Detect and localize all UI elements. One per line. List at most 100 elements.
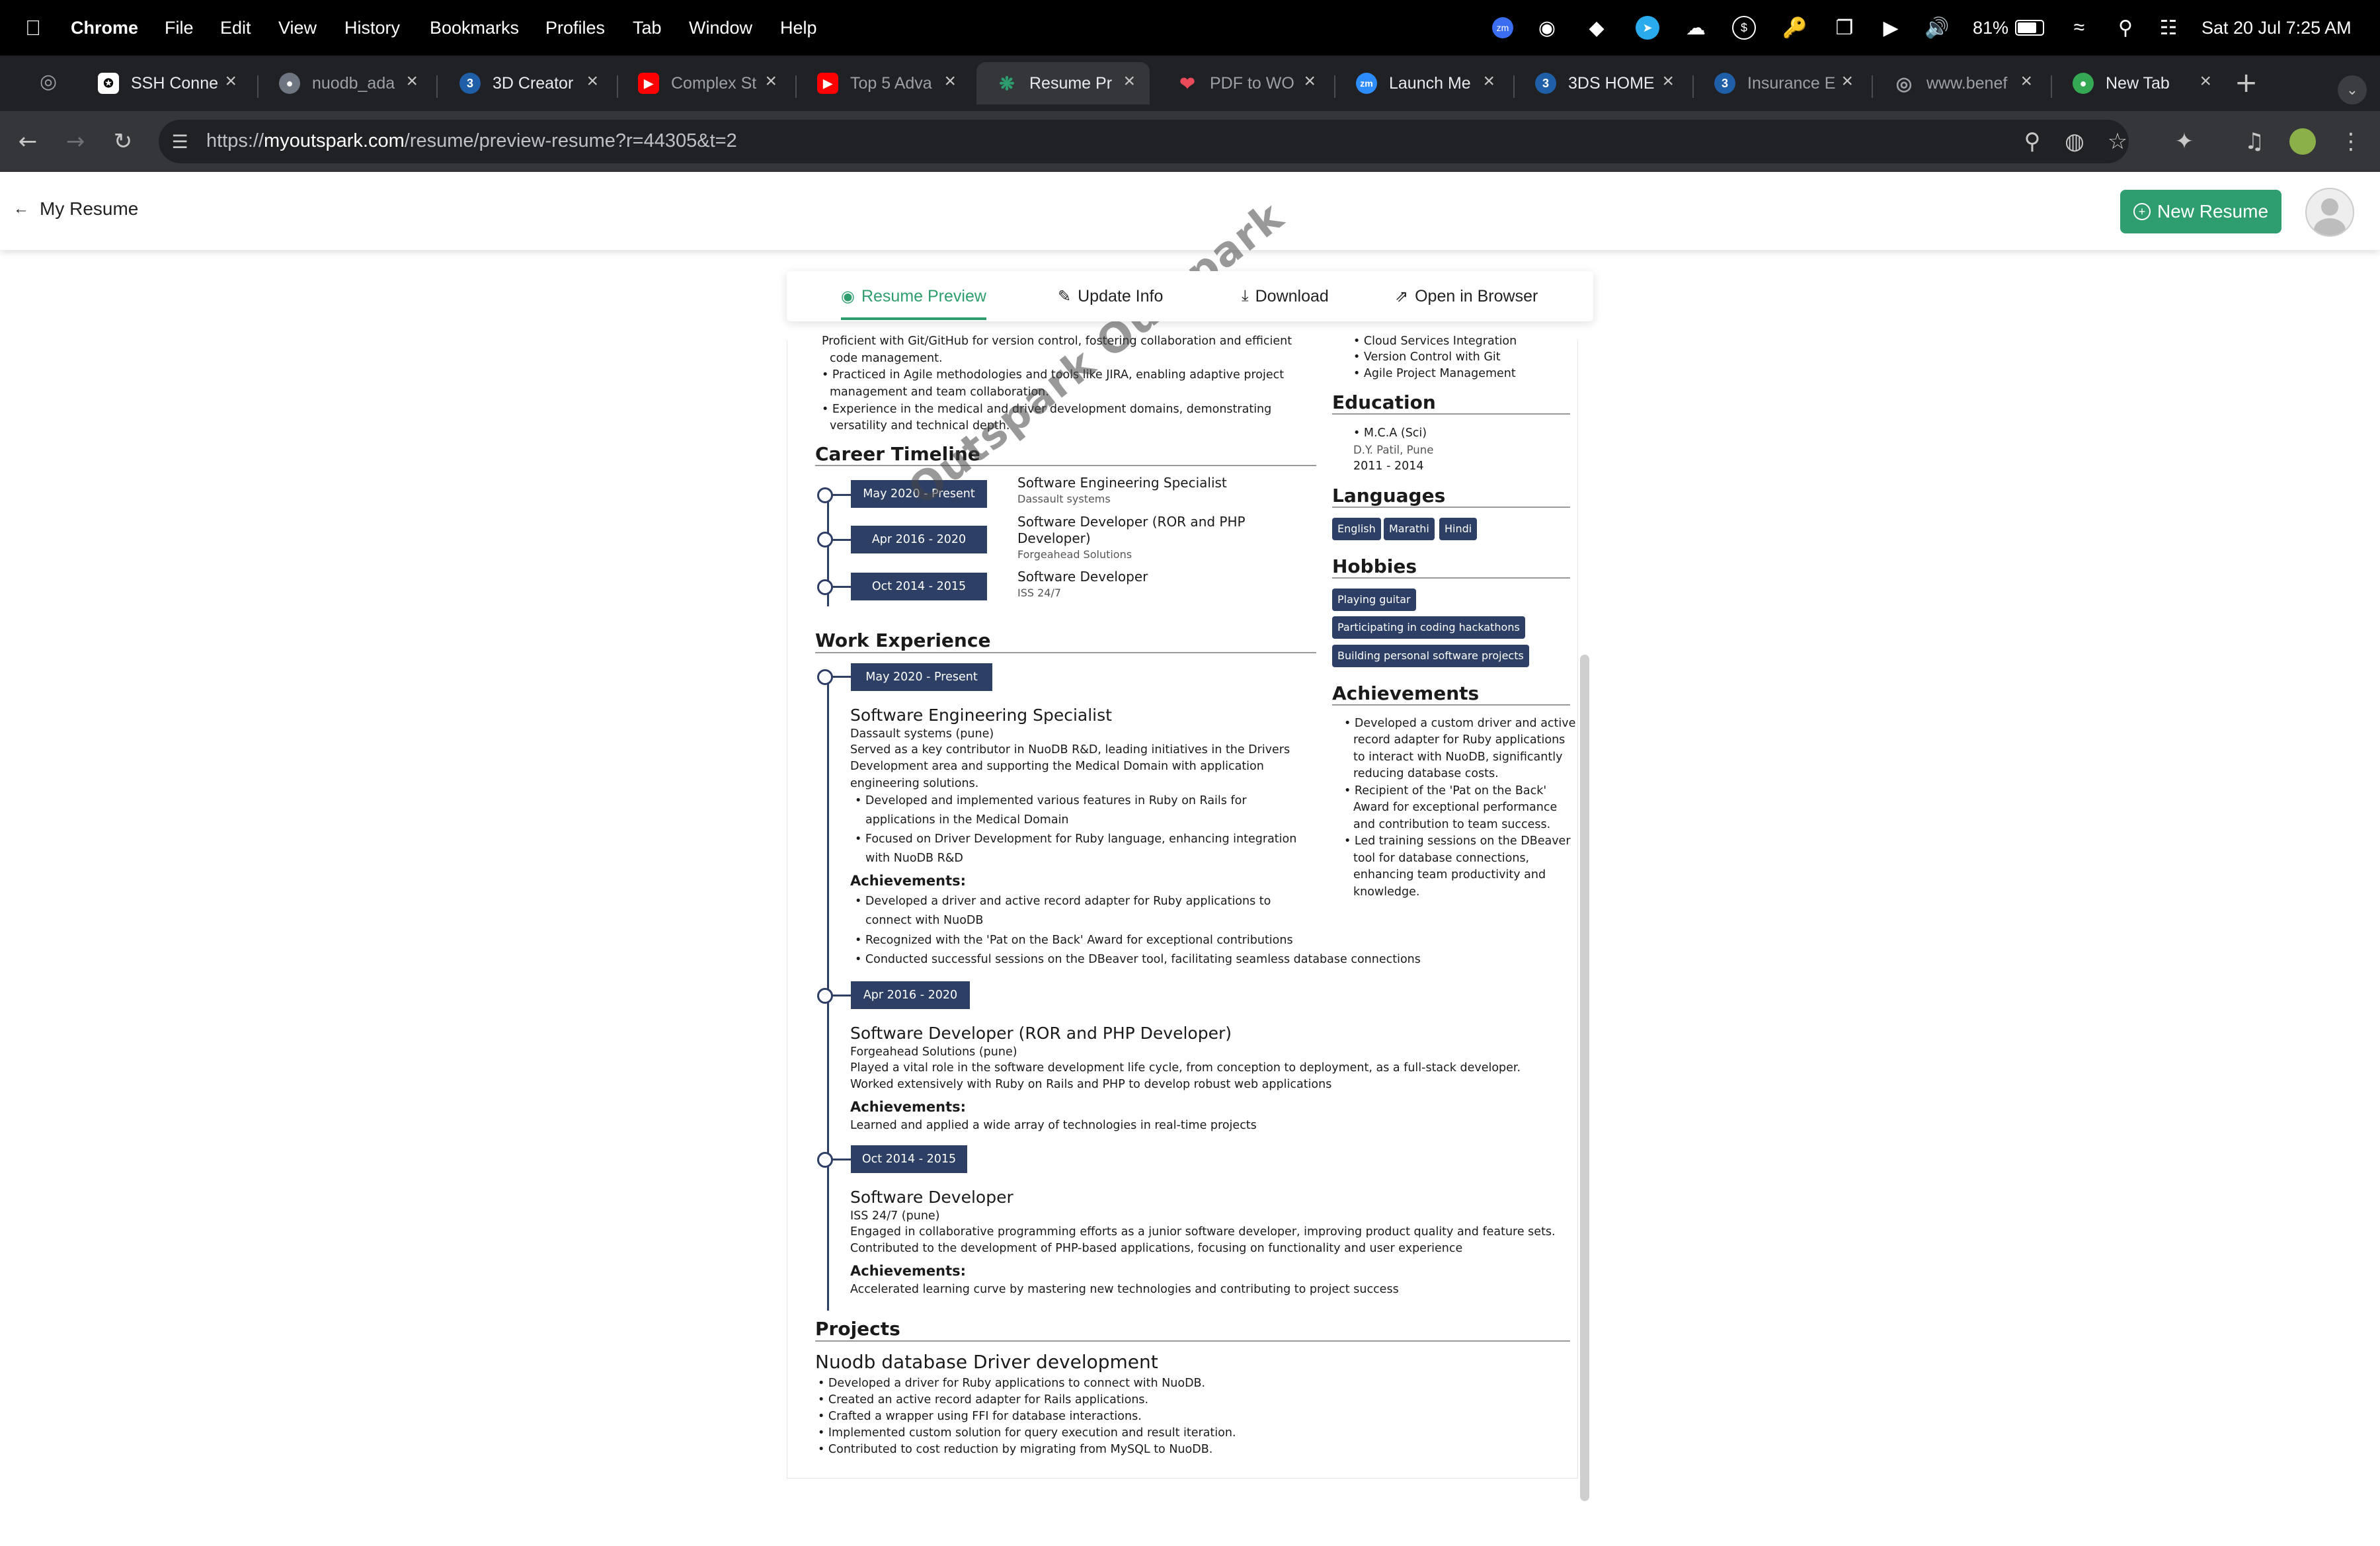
url-scheme: https:// (206, 130, 264, 151)
forward-arrow-icon[interactable]: → (57, 123, 94, 160)
timeline-company: Dassault systems (1017, 493, 1111, 505)
media-control-icon[interactable]: ♫ (2236, 123, 2273, 160)
tab-resume-preview[interactable]: ❋ Resume Pr × (976, 62, 1150, 104)
timeline-node (817, 1152, 833, 1168)
tab-nuodb[interactable]: ● nuodb_ada × (259, 62, 432, 104)
resume-preview-label: Resume Preview (861, 286, 986, 305)
back-to-my-resume[interactable]: ← My Resume (13, 198, 138, 220)
reload-icon[interactable]: ↻ (104, 123, 141, 160)
cloud-sync-icon[interactable]: ☁ (1683, 15, 1709, 41)
menu-history[interactable]: History (344, 15, 400, 41)
eye-slash-icon[interactable]: ◍ (2056, 123, 2093, 160)
menu-profiles[interactable]: Profiles (545, 15, 605, 41)
close-icon[interactable]: × (2200, 70, 2211, 93)
timeline-connector (832, 676, 851, 678)
3ds-icon: 3 (459, 73, 481, 94)
privacy-status-icon[interactable]: ◉ (1534, 15, 1560, 41)
timeline-company: ISS 24/7 (1017, 587, 1062, 599)
job-bullet: with NuoDB R&D (865, 852, 963, 865)
dollar-status-icon[interactable]: $ (1731, 15, 1757, 41)
close-icon[interactable]: × (2020, 70, 2032, 93)
tab-pdf-to-word[interactable]: ❤ PDF to WO × (1157, 62, 1330, 104)
avatar[interactable] (2305, 188, 2354, 237)
tab-strip: ◎ ✪ SSH Conne × ● nuodb_ada × 3 3D Creat… (0, 56, 2380, 111)
close-icon[interactable]: × (944, 70, 956, 93)
tab-ssh[interactable]: ✪ SSH Conne × (78, 62, 251, 104)
menu-app-name[interactable]: Chrome (71, 15, 138, 41)
plus-circle-icon: + (2133, 203, 2151, 220)
battery-icon[interactable] (2013, 15, 2046, 41)
job-bullet: • Focused on Driver Development for Ruby… (855, 833, 1297, 846)
job-summary: Served as a key contributor in NuoDB R&D… (850, 743, 1290, 756)
tab-3d-creator[interactable]: 3 3D Creator × (440, 62, 613, 104)
volume-icon[interactable]: 🔊 (1924, 15, 1950, 41)
menu-window[interactable]: Window (689, 15, 752, 41)
menu-file[interactable]: File (165, 15, 194, 41)
menu-bookmarks[interactable]: Bookmarks (430, 15, 519, 41)
job-summary: Worked extensively with Ruby on Rails an… (850, 1078, 1332, 1091)
tab-3ds-home[interactable]: 3 3DS HOME × (1515, 62, 1688, 104)
tab-launch-meeting[interactable]: zm Launch Me × (1336, 62, 1509, 104)
menu-edit[interactable]: Edit (220, 15, 251, 41)
tab-complex[interactable]: ▶ Complex St × (618, 62, 791, 104)
control-center-icon[interactable]: ☷ (2155, 15, 2182, 41)
job-achievement: Learned and applied a wide array of tech… (850, 1119, 1257, 1132)
close-icon[interactable]: × (1841, 70, 1853, 93)
menu-help[interactable]: Help (780, 15, 817, 41)
chrome-icon: ● (2073, 73, 2094, 94)
update-info-button[interactable]: ✎ Update Info (1058, 271, 1163, 321)
achievements-label: Achievements: (850, 1263, 967, 1279)
divider (1332, 577, 1570, 579)
tab-new-tab[interactable]: ● New Tab × (2053, 62, 2226, 104)
back-arrow-icon[interactable]: ← (9, 123, 46, 160)
menu-tab[interactable]: Tab (633, 15, 662, 41)
job-date: Oct 2014 - 2015 (851, 1145, 967, 1173)
key-icon[interactable]: 🔑 (1782, 15, 1808, 41)
scrollbar-thumb[interactable] (1580, 655, 1589, 1501)
new-tab-plus-icon[interactable]: + (2235, 66, 2258, 99)
close-icon[interactable]: × (586, 70, 598, 93)
close-icon[interactable]: × (225, 70, 237, 93)
site-info-icon[interactable]: ☰ (161, 123, 198, 160)
macos-menu-bar:  Chrome File Edit View History Bookmark… (0, 0, 2380, 56)
search-icon[interactable]: ⚲ (2112, 15, 2139, 41)
job-company: Dassault systems (pune) (850, 727, 994, 741)
url-text[interactable]: https://myoutspark.com/resume/preview-re… (206, 128, 737, 154)
windows-icon[interactable]: ❐ (1831, 15, 1858, 41)
wifi-icon[interactable]: ≈ (2066, 15, 2092, 41)
tab-title: New Tab (2106, 73, 2170, 93)
timeline-company: Forgeahead Solutions (1017, 548, 1132, 561)
tab-insurance[interactable]: 3 Insurance E × (1694, 62, 1868, 104)
profile-icon[interactable] (2284, 123, 2321, 160)
menu-view[interactable]: View (278, 15, 317, 41)
zoom-magnifier-icon[interactable]: ⚲ (2014, 123, 2051, 160)
close-icon[interactable]: × (1304, 70, 1316, 93)
close-icon[interactable]: × (765, 70, 777, 93)
close-icon[interactable]: × (406, 70, 418, 93)
new-resume-label: New Resume (2157, 201, 2269, 222)
chrome-menu-kebab-icon[interactable]: ⋮ (2332, 123, 2369, 160)
tab-list-chevron-icon[interactable]: ⌄ (2338, 75, 2367, 104)
bookmark-star-icon[interactable]: ☆ (2099, 123, 2136, 160)
apple-icon[interactable]:  (25, 15, 41, 41)
close-icon[interactable]: × (1123, 70, 1135, 93)
telegram-icon[interactable]: ➤ (1634, 15, 1661, 41)
download-button[interactable]: ⤓ Download (1242, 271, 1329, 321)
close-icon[interactable]: × (1662, 70, 1674, 93)
zoom-status-icon[interactable]: zm (1489, 15, 1516, 41)
divider (815, 1340, 1570, 1342)
achievement-line: enhancing team productivity and (1353, 868, 1546, 881)
open-in-browser-button[interactable]: ⇗ Open in Browser (1395, 271, 1538, 321)
extensions-puzzle-icon[interactable]: ✦ (2166, 123, 2203, 160)
tab-benefits[interactable]: ◎ www.benef × (1874, 62, 2047, 104)
work-experience-heading: Work Experience (815, 630, 991, 651)
close-icon[interactable]: × (1483, 70, 1495, 93)
new-resume-button[interactable]: + New Resume (2120, 190, 2281, 233)
tab-resume-preview[interactable]: ◉ Resume Preview (841, 271, 986, 321)
tab-top5[interactable]: ▶ Top 5 Adva × (797, 62, 971, 104)
tab-search-globe-icon[interactable]: ◎ (40, 70, 57, 93)
achievement-line: Award for exceptional performance (1353, 801, 1558, 814)
play-icon[interactable]: ▶ (1878, 15, 1904, 41)
menu-datetime: Sat 20 Jul 7:25 AM (2202, 18, 2352, 38)
alert-status-icon[interactable]: ◆ (1583, 15, 1610, 41)
